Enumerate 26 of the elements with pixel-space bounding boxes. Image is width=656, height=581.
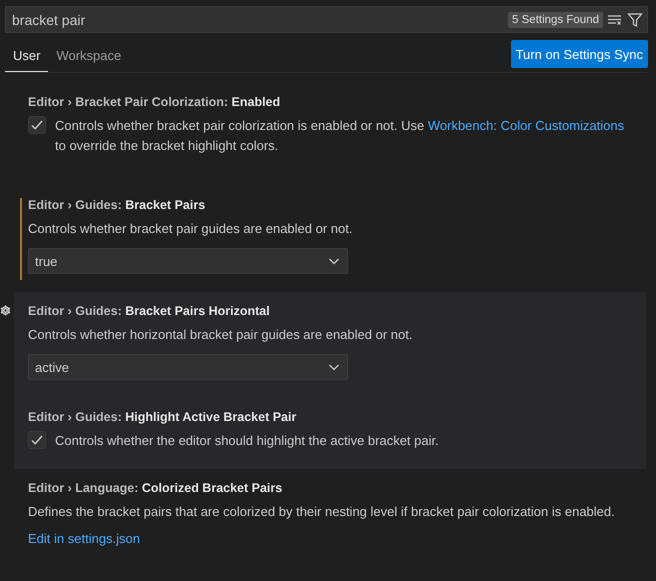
search-input[interactable]: bracket pair — [12, 12, 504, 28]
dropdown[interactable]: active — [28, 354, 348, 380]
checkbox[interactable] — [28, 116, 46, 134]
link[interactable]: Workbench: Color Customizations — [428, 118, 624, 133]
results-count: 5 Settings Found — [508, 12, 603, 28]
tab[interactable]: User — [5, 48, 48, 72]
gear-icon[interactable] — [0, 304, 11, 317]
setting-title: Editor › Guides: Bracket Pairs Horizontal — [28, 304, 271, 318]
setting-description: Controls whether bracket pair guides are enabled or not. — [28, 220, 354, 238]
setting-description: Controls whether bracket pair colorization is enabled or not. Use Workbench: Color Customizations to override the bracket highlight colors. — [55, 117, 626, 155]
setting-description: Defines the bracket pairs that are colorized by their nesting level if bracket pair colorization is enabled. — [28, 503, 616, 521]
check-icon — [30, 433, 44, 447]
check-icon — [30, 118, 44, 132]
setting-title: Editor › Guides: Highlight Active Bracket Pair — [28, 410, 298, 424]
search-field[interactable]: bracket pair 5 Settings Found — [5, 6, 648, 33]
setting-title: Editor › Guides: Bracket Pairs — [28, 198, 206, 212]
setting-description: Controls whether horizontal bracket pair guides are enabled or not. — [28, 326, 414, 344]
sync-button[interactable]: Turn on Settings Sync — [510, 40, 648, 68]
setting-title: Editor › Language: Colorized Bracket Pairs — [28, 481, 284, 495]
tab[interactable]: Workspace — [48, 48, 130, 72]
filter-icon[interactable] — [627, 12, 643, 28]
dropdown[interactable]: true — [28, 248, 348, 274]
setting-description: Controls whether the editor should highlight the active bracket pair. — [55, 432, 439, 450]
setting-title: Editor › Bracket Pair Colorization: Enabled — [28, 95, 282, 109]
edit-link[interactable]: Edit in settings.json — [28, 531, 140, 546]
checkbox[interactable] — [28, 431, 46, 449]
